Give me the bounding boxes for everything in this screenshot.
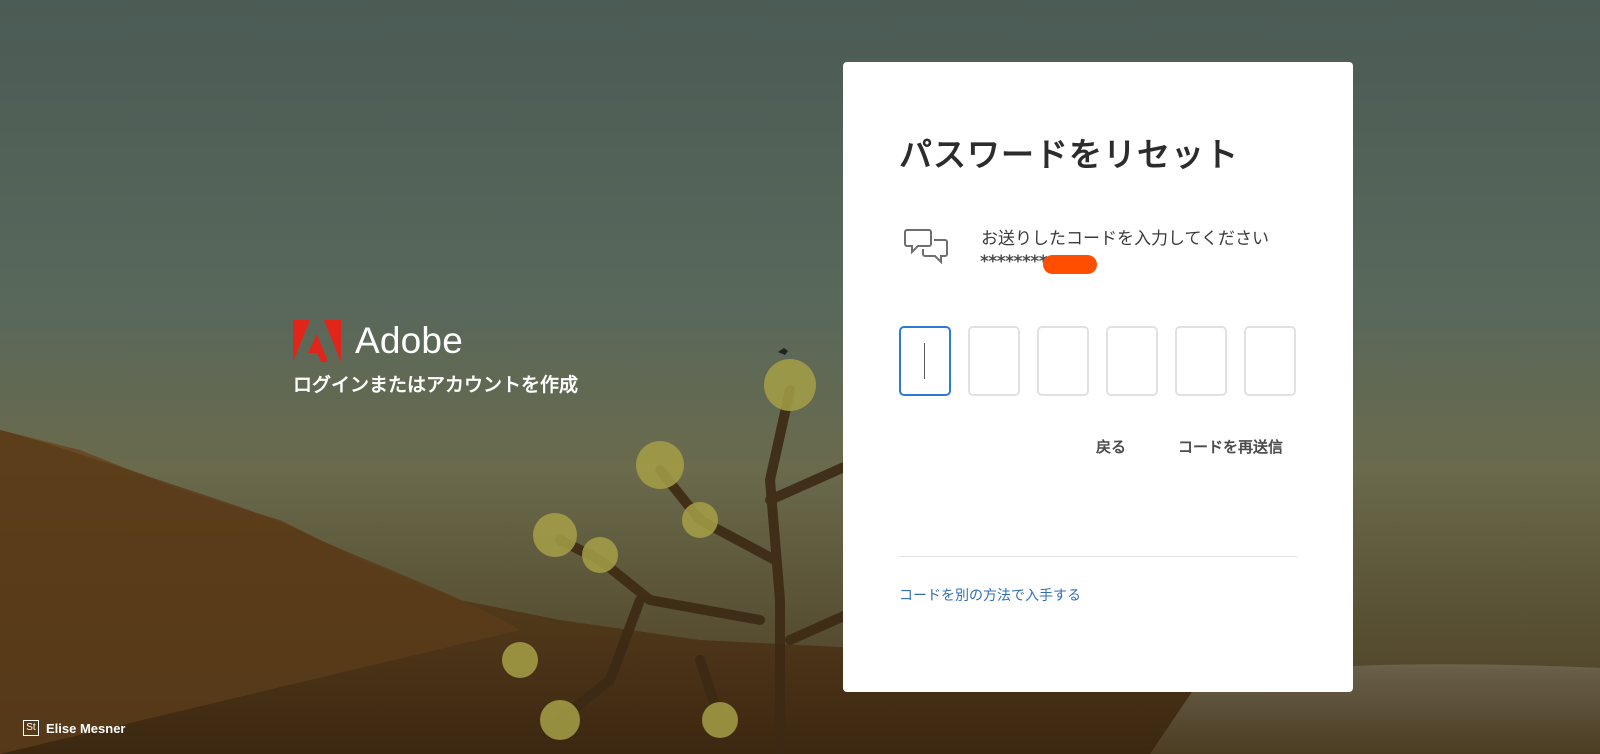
brand-block: Adobe ログインまたはアカウントを作成 — [293, 320, 578, 397]
resend-code-button[interactable]: コードを再送信 — [1178, 436, 1283, 457]
chat-bubbles-icon — [904, 229, 948, 265]
divider — [899, 556, 1297, 557]
adobe-stock-icon: St — [23, 720, 39, 736]
brand-name: Adobe — [355, 320, 463, 361]
instruction-text: お送りしたコードを入力してください — [981, 229, 1269, 249]
verification-code-inputs — [899, 326, 1296, 396]
background-photo — [0, 348, 1600, 754]
photo-credit-name: Elise Mesner — [46, 720, 126, 736]
back-button[interactable]: 戻る — [1096, 436, 1126, 457]
code-digit-3[interactable] — [1037, 326, 1089, 396]
brand-tagline: ログインまたはアカウントを作成 — [293, 374, 579, 396]
code-digit-2[interactable] — [968, 326, 1020, 396]
text-caret — [924, 343, 925, 379]
page-title: パスワードをリセット — [899, 135, 1239, 174]
action-buttons: 戻る コードを再送信 — [1096, 436, 1283, 457]
page: Adobe ログインまたはアカウントを作成 パスワードをリセット お送りしたコー… — [0, 0, 1600, 754]
adobe-logo-icon — [293, 320, 341, 362]
redaction-mark — [1043, 255, 1097, 274]
masked-phone-number: ******** — [980, 252, 1048, 272]
code-digit-6[interactable] — [1244, 326, 1296, 396]
alternate-method-link[interactable]: コードを別の方法で入手する — [899, 585, 1081, 605]
code-digit-1[interactable] — [899, 326, 951, 396]
photo-credit[interactable]: St Elise Mesner — [23, 720, 126, 736]
code-digit-5[interactable] — [1175, 326, 1227, 396]
code-digit-4[interactable] — [1106, 326, 1158, 396]
brand-row: Adobe — [293, 320, 578, 362]
reset-password-card: パスワードをリセット お送りしたコードを入力してください ******** 戻る… — [843, 62, 1353, 692]
